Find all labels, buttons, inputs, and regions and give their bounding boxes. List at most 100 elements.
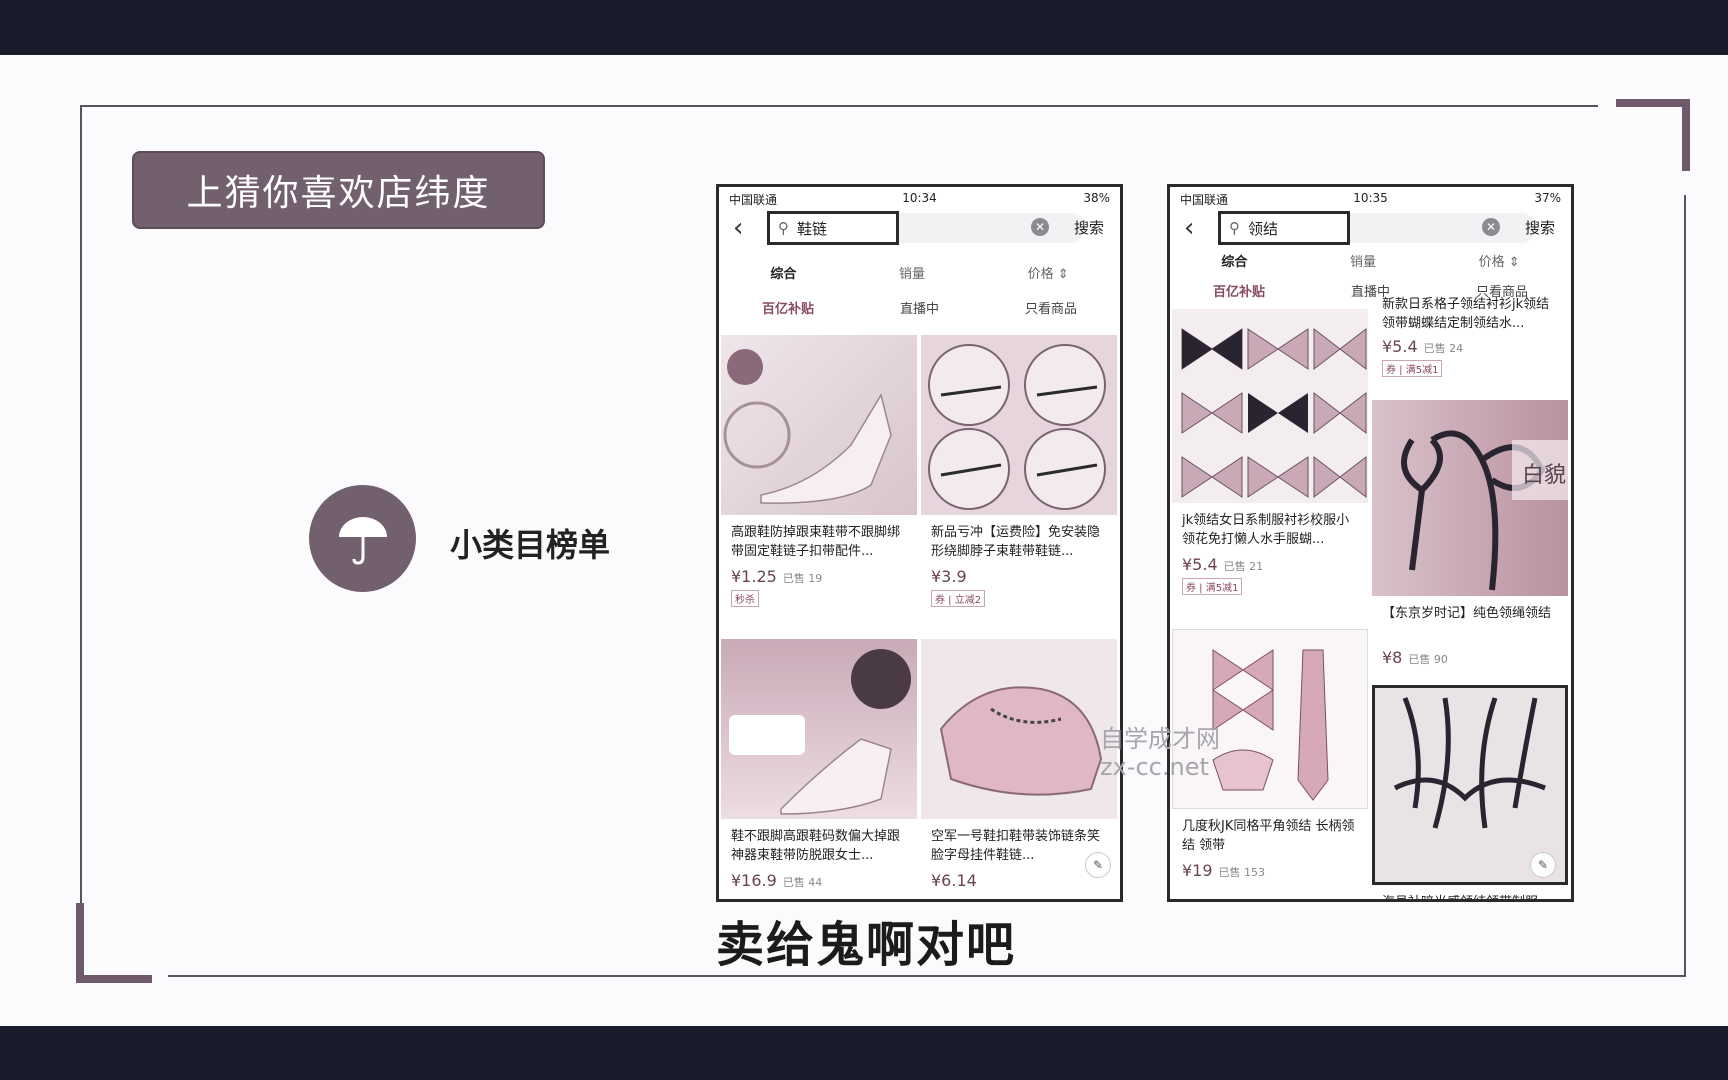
back-icon[interactable]: ‹ <box>1184 213 1194 243</box>
corner-bl-h <box>76 975 152 983</box>
sort-tabs: 综合 销量 价格 ⇕ <box>1170 251 1571 270</box>
back-icon[interactable]: ‹ <box>733 213 743 243</box>
product-title: 几度秋JK同格平角领结 长柄领结 领带 <box>1182 819 1355 853</box>
section-title-box: 上猜你喜欢店纬度 <box>132 151 545 229</box>
product-title: 高跟鞋防掉跟束鞋带不跟脚绑带固定鞋链子扣带配件... <box>731 525 901 559</box>
product-image <box>921 639 1117 819</box>
watermark-line1: 自学成才网 <box>1100 725 1220 753</box>
product-image <box>721 639 917 819</box>
sort-tab-sales[interactable]: 销量 <box>1350 251 1376 270</box>
sort-tab-sales[interactable]: 销量 <box>899 263 925 282</box>
product-sold: 已售 19 <box>782 572 823 585</box>
product-price: ¥8 <box>1382 648 1403 667</box>
product-price: ¥5.4 <box>1382 337 1418 356</box>
product-title: 新品亏冲【运费险】免安装隐形绕脚脖子束鞋带鞋链... <box>931 525 1101 559</box>
filter-products-only[interactable]: 只看商品 <box>1015 296 1087 319</box>
sort-tab-default[interactable]: 综合 <box>1221 251 1247 270</box>
bottom-letterbox <box>0 1026 1728 1080</box>
product-card[interactable]: jk领结女日系制服衬衫校服小领花免打懒人水手服蝴... ¥5.4 已售 21 券 … <box>1172 309 1368 595</box>
edit-icon[interactable]: ✎ <box>1530 852 1556 878</box>
top-letterbox <box>0 0 1728 55</box>
time: 10:35 <box>1353 191 1388 205</box>
corner-bl-v <box>76 903 84 983</box>
product-sold: 已售 21 <box>1223 560 1264 573</box>
product-card[interactable]: 鞋不跟脚高跟鞋码数偏大掉跟神器束鞋带防脱跟女士... ¥16.9 已售 44 <box>721 639 917 890</box>
search-input-highlight[interactable]: ⚲ 鞋链 <box>767 211 899 245</box>
video-subtitle: 卖给鬼啊对吧 <box>716 917 1017 973</box>
filter-chips: 百亿补贴 直播中 只看商品 <box>719 296 1120 319</box>
status-bar: 中国联通 10:35 37% <box>1170 187 1571 209</box>
frame-right <box>1684 195 1686 977</box>
search-input-highlight[interactable]: ⚲ 领结 <box>1218 211 1350 245</box>
product-price: ¥3.9 <box>931 567 967 586</box>
product-title: 海员社暗光感领结领带制服 <box>1372 893 1568 899</box>
product-price-row: ¥16.9 已售 44 <box>721 871 917 890</box>
product-price-row: ¥3.9 <box>921 567 1117 586</box>
product-title: jk领结女日系制服衬衫校服小领花免打懒人水手服蝴... <box>1182 513 1350 547</box>
corner-tr-v <box>1682 99 1690 171</box>
frame-left <box>80 105 82 935</box>
phone-screenshot-left: 中国联通 10:34 38% ‹ ⚲ 鞋链 ✕ 搜索 综合 销量 价格 ⇕ 百亿… <box>716 184 1123 902</box>
product-title: 新款日系格子领结衬衫jk领结领带蝴蝶结定制领结水... <box>1382 297 1550 331</box>
product-image <box>1172 629 1368 809</box>
product-image <box>721 335 917 515</box>
filter-live[interactable]: 直播中 <box>890 296 949 319</box>
product-image: 白貌 <box>1372 400 1568 596</box>
product-price: ¥6.14 <box>931 871 977 890</box>
product-tag: 秒杀 <box>731 590 759 607</box>
watermark: 自学成才网 zx-cc.net <box>1100 725 1220 781</box>
product-card[interactable]: 白貌 【东京岁时记】纯色领绳领结 ¥8 已售 90 <box>1372 400 1568 667</box>
product-price: ¥19 <box>1182 861 1213 880</box>
clear-icon[interactable]: ✕ <box>1031 218 1049 236</box>
product-sold: 已售 153 <box>1218 866 1266 879</box>
sort-tabs: 综合 销量 价格 ⇕ <box>719 263 1120 282</box>
product-title: 鞋不跟脚高跟鞋码数偏大掉跟神器束鞋带防脱跟女士... <box>731 829 901 863</box>
product-tag: 券 | 满5减1 <box>1182 578 1243 595</box>
product-price-row: ¥5.4 已售 24 <box>1372 337 1568 356</box>
category-label: 小类目榜单 <box>450 526 611 564</box>
product-sold: 已售 44 <box>782 876 823 889</box>
filter-subsidy[interactable]: 百亿补贴 <box>752 296 824 319</box>
battery: 37% <box>1534 191 1561 205</box>
product-title: 【东京岁时记】纯色领绳领结 <box>1382 606 1552 621</box>
product-price-row: ¥5.4 已售 21 <box>1172 555 1368 574</box>
sort-tab-price[interactable]: 价格 ⇕ <box>1479 251 1520 270</box>
corner-tr-h <box>1616 99 1690 107</box>
overlay-brand-text: 白貌 <box>1522 463 1566 488</box>
product-price: ¥16.9 <box>731 871 777 890</box>
frame-top <box>80 105 1598 107</box>
status-bar: 中国联通 10:34 38% <box>719 187 1120 209</box>
search-button[interactable]: 搜索 <box>1074 217 1104 238</box>
product-card[interactable]: 高跟鞋防掉跟束鞋带不跟脚绑带固定鞋链子扣带配件... ¥1.25 已售 19 秒杀 <box>721 335 917 607</box>
umbrella-icon <box>309 485 416 592</box>
product-price-row: ¥1.25 已售 19 <box>721 567 917 586</box>
time: 10:34 <box>902 191 937 205</box>
search-query: 领结 <box>1248 219 1279 238</box>
product-image <box>1172 309 1368 503</box>
product-sold: 已售 24 <box>1423 342 1464 355</box>
product-price: ¥1.25 <box>731 567 777 586</box>
filter-subsidy[interactable]: 百亿补贴 <box>1203 279 1275 302</box>
search-icon: ⚲ <box>778 219 789 237</box>
search-query: 鞋链 <box>797 219 828 238</box>
product-card[interactable]: 空军一号鞋扣鞋带装饰链条笑脸字母挂件鞋链... ¥6.14 <box>921 639 1117 890</box>
product-image <box>921 335 1117 515</box>
sort-tab-default[interactable]: 综合 <box>770 263 796 282</box>
battery: 38% <box>1083 191 1110 205</box>
product-price: ¥5.4 <box>1182 555 1218 574</box>
product-tag: 券 | 立减2 <box>931 590 986 607</box>
product-card[interactable]: 新款日系格子领结衬衫jk领结领带蝴蝶结定制领结水... ¥5.4 已售 24 券 … <box>1372 295 1568 377</box>
product-card[interactable]: 新品亏冲【运费险】免安装隐形绕脚脖子束鞋带鞋链... ¥3.9 券 | 立减2 <box>921 335 1117 607</box>
frame-bottom <box>168 975 1686 977</box>
phone-screenshot-right: 中国联通 10:35 37% ‹ ⚲ 领结 ✕ 搜索 综合 销量 价格 ⇕ 百亿… <box>1167 184 1574 902</box>
watermark-line2: zx-cc.net <box>1100 753 1209 781</box>
product-tag: 券 | 满5减1 <box>1382 360 1443 377</box>
search-button[interactable]: 搜索 <box>1525 217 1555 238</box>
section-title: 上猜你喜欢店纬度 <box>186 173 491 214</box>
search-icon: ⚲ <box>1229 219 1240 237</box>
clear-icon[interactable]: ✕ <box>1482 218 1500 236</box>
product-sold: 已售 90 <box>1408 653 1448 666</box>
product-price-row: ¥8 已售 90 <box>1372 648 1568 667</box>
sort-tab-price[interactable]: 价格 ⇕ <box>1028 263 1069 282</box>
edit-icon[interactable]: ✎ <box>1085 852 1111 878</box>
